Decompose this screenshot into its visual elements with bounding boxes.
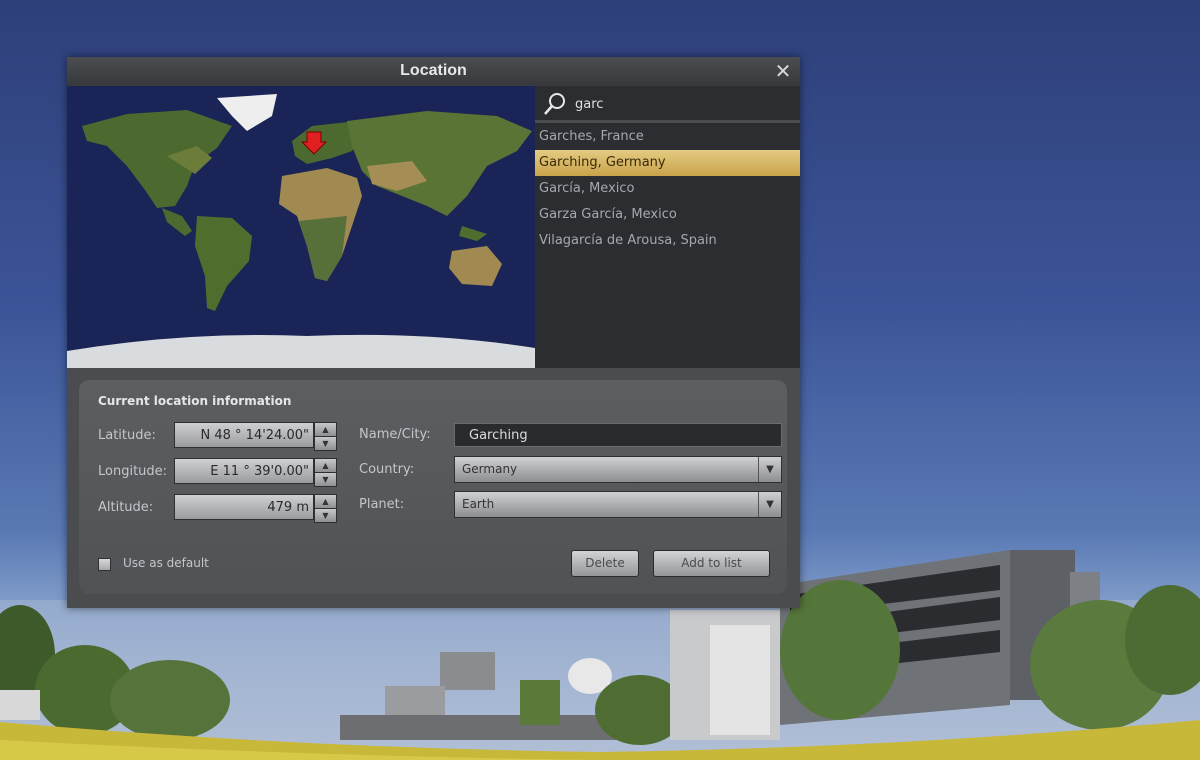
country-label: Country: [359,462,415,477]
country-select[interactable]: Germany ▼ [454,456,782,483]
altitude-label: Altitude: [98,500,154,515]
world-map-image [67,86,535,368]
search-result-item[interactable]: Garza García, Mexico [535,202,800,228]
close-icon: ✕ [774,59,792,83]
name-city-field[interactable]: Garching [454,423,782,447]
search-result-item-selected[interactable]: Garching, Germany [535,150,800,176]
location-dialog: Location ✕ garc Garches, France Garching… [67,57,800,608]
search-result-item[interactable]: Garches, France [535,124,800,150]
chevron-up-icon[interactable]: ▲ [314,458,337,473]
chevron-down-icon[interactable]: ▼ [314,436,337,451]
country-value: Germany [462,462,518,476]
altitude-spinbox: 479 m ▲ ▼ [174,494,337,523]
search-results-list: Garches, France Garching, Germany García… [535,124,800,254]
chevron-down-icon: ▼ [758,492,781,517]
chevron-down-icon[interactable]: ▼ [314,472,337,487]
use-as-default-checkbox[interactable] [98,558,111,571]
chevron-up-icon[interactable]: ▲ [314,494,337,509]
latitude-spin-buttons: ▲ ▼ [314,422,337,451]
latitude-label: Latitude: [98,428,156,443]
delete-button[interactable]: Delete [571,550,639,577]
planet-select[interactable]: Earth ▼ [454,491,782,518]
search-result-item[interactable]: García, Mexico [535,176,800,202]
current-location-group: Current location information Latitude: N… [79,380,787,594]
use-as-default-label: Use as default [123,556,209,570]
search-icon [544,93,565,115]
chevron-up-icon[interactable]: ▲ [314,422,337,437]
altitude-field[interactable]: 479 m [174,494,314,520]
name-city-label: Name/City: [359,427,431,442]
dialog-titlebar[interactable]: Location [67,57,800,85]
dialog-title: Location [400,62,467,79]
location-info-area: Current location information Latitude: N… [67,368,800,608]
longitude-spinbox: E 11 ° 39'0.00" ▲ ▼ [174,458,337,487]
search-result-item[interactable]: Vilagarcía de Arousa, Spain [535,228,800,254]
search-bar [535,86,800,123]
search-panel: Garches, France Garching, Germany García… [535,86,800,368]
planet-value: Earth [462,497,495,511]
planet-label: Planet: [359,497,405,512]
latitude-spinbox: N 48 ° 14'24.00" ▲ ▼ [174,422,337,451]
world-map[interactable] [67,86,535,368]
longitude-spin-buttons: ▲ ▼ [314,458,337,487]
group-title: Current location information [98,394,292,408]
add-to-list-button[interactable]: Add to list [653,550,770,577]
altitude-spin-buttons: ▲ ▼ [314,494,337,523]
search-input[interactable] [573,91,797,117]
chevron-down-icon[interactable]: ▼ [314,508,337,523]
longitude-label: Longitude: [98,464,168,479]
longitude-field[interactable]: E 11 ° 39'0.00" [174,458,314,484]
latitude-field[interactable]: N 48 ° 14'24.00" [174,422,314,448]
chevron-down-icon: ▼ [758,457,781,482]
close-button[interactable]: ✕ [772,60,794,82]
